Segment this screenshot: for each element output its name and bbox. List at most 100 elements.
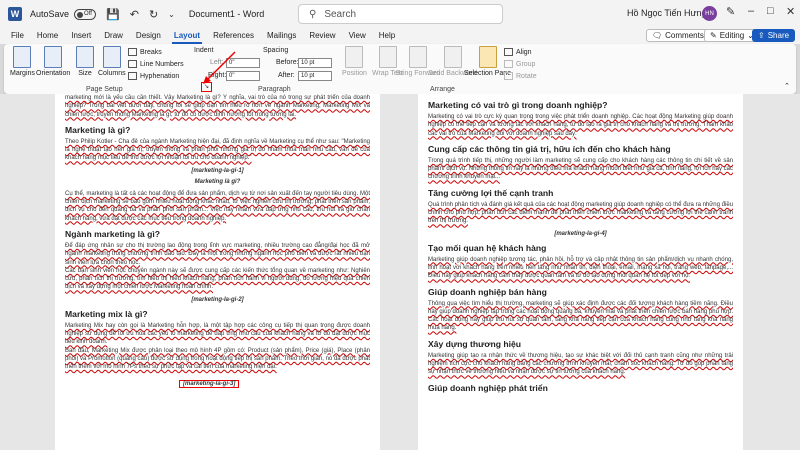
line-numbers-icon — [128, 60, 137, 68]
paragraph-group-label: Paragraph — [258, 86, 291, 93]
close-icon[interactable]: ✕ — [786, 5, 795, 18]
tab-insert[interactable]: Insert — [69, 28, 93, 44]
hyphenation-icon — [128, 72, 137, 80]
user-avatar[interactable]: HN — [702, 6, 717, 21]
spacing-after-value: 10 pt — [298, 71, 332, 81]
rotate-label: Rotate — [516, 72, 537, 80]
section-heading: Giúp doanh nghiệp phát triển — [428, 382, 548, 393]
columns-label: Columns — [98, 70, 126, 77]
section-heading: Xây dựng thương hiệu — [428, 338, 522, 349]
search-box[interactable]: ⚲ Search — [298, 4, 503, 24]
tab-help[interactable]: Help — [377, 28, 397, 44]
annotation-arrow — [203, 51, 236, 84]
comments-button[interactable]: 🗨 Comments — [646, 29, 710, 42]
share-label: Share — [767, 31, 790, 40]
document-canvas[interactable]: marketing mới là yếu cầu cần thiết. Vậy … — [0, 94, 800, 450]
save-icon[interactable]: 💾 — [106, 8, 120, 21]
position-button[interactable]: Position — [342, 46, 367, 77]
share-icon: ⇪ — [758, 31, 765, 40]
position-label: Position — [342, 70, 367, 77]
orientation-button[interactable]: Orientation — [36, 46, 70, 77]
body-paragraph: Để đáp ứng nhân sự cho thị trường lao độ… — [65, 242, 370, 266]
tab-file[interactable]: File — [9, 28, 26, 44]
collapse-ribbon-icon[interactable]: ⌃ — [784, 82, 790, 90]
image-caption: Marketing là gì? — [194, 178, 241, 185]
section-heading: Marketing mix là gì? — [65, 308, 148, 319]
tab-draw[interactable]: Draw — [102, 28, 125, 44]
search-icon: ⚲ — [309, 8, 317, 20]
word-window: W AutoSave Off 💾 ↶ ↻ ⌄ Document1 - Word … — [0, 0, 800, 450]
section-heading: Ngành marketing là gì? — [65, 228, 161, 239]
breaks-button[interactable]: Breaks — [128, 48, 162, 56]
align-button[interactable]: Align — [504, 48, 532, 56]
section-heading: Tăng cường lợi thế cạnh tranh — [428, 187, 554, 198]
line-numbers-label: Line Numbers — [140, 60, 184, 68]
section-heading: Cung cấp các thông tin giá trị, hữu ích … — [428, 143, 671, 154]
image-caption-highlighted: [marketing-la-gi-3] — [179, 379, 240, 388]
minimize-icon[interactable]: – — [748, 5, 754, 17]
page-setup-group-label: Page Setup — [86, 86, 123, 93]
margins-icon — [13, 46, 32, 68]
size-button[interactable]: Size — [76, 46, 94, 77]
quick-access-dropdown-icon[interactable]: ⌄ — [168, 10, 175, 19]
orientation-label: Orientation — [36, 70, 71, 77]
breaks-label: Breaks — [140, 48, 162, 56]
tab-view[interactable]: View — [347, 28, 368, 44]
tab-home[interactable]: Home — [35, 28, 60, 44]
ribbon-display-icon[interactable]: ✎ — [726, 5, 735, 18]
spacing-after-field[interactable]: 10 pt — [298, 71, 332, 81]
tab-review[interactable]: Review — [307, 28, 337, 44]
margins-button[interactable]: Margins — [10, 46, 35, 77]
section-heading: Tạo mối quan hệ khách hàng — [428, 242, 547, 253]
send-backward-icon — [443, 46, 462, 68]
ribbon: Margins Orientation Size Columns Breaks … — [4, 44, 796, 94]
body-paragraph: Quá trình phân tích và đánh giá kết quả … — [428, 201, 733, 225]
editing-label: Editing — [719, 31, 745, 40]
autosave-state: Off — [84, 11, 92, 17]
body-paragraph: Trong quá trình tiếp thị, những người là… — [428, 157, 733, 181]
menu-bar: File Home Insert Draw Design Layout Refe… — [0, 28, 800, 44]
user-name[interactable]: Hồ Ngọc Tiến Hưng — [627, 8, 707, 18]
tab-design[interactable]: Design — [134, 28, 163, 44]
redo-icon[interactable]: ↻ — [149, 8, 158, 21]
title-bar: W AutoSave Off 💾 ↶ ↻ ⌄ Document1 - Word … — [0, 0, 800, 28]
line-numbers-button[interactable]: Line Numbers — [128, 60, 184, 68]
body-paragraph: Ban đầu, Marketing Mix được phân loại th… — [65, 347, 370, 371]
group-label: Group — [516, 60, 536, 68]
maximize-icon[interactable]: □ — [767, 5, 774, 17]
image-caption: [marketing-la-gi-4] — [554, 230, 607, 237]
document-page-left[interactable]: marketing mới là yếu cầu cần thiết. Vậy … — [55, 94, 380, 450]
group-button[interactable]: Group — [504, 60, 535, 68]
tab-references[interactable]: References — [211, 28, 256, 44]
size-icon — [76, 46, 94, 68]
spacing-before-value: 10 pt — [298, 58, 332, 68]
hyphenation-button[interactable]: Hyphenation — [128, 72, 179, 80]
body-paragraph: Theo Philip Kotler - Cha đẻ của ngành Ma… — [65, 138, 370, 162]
tab-mailings[interactable]: Mailings — [265, 28, 298, 44]
rotate-button[interactable]: Rotate — [504, 72, 537, 80]
body-paragraph: Thông qua việc tìm hiểu thị trường, mark… — [428, 300, 733, 332]
share-button[interactable]: ⇪ Share — [752, 29, 796, 42]
wrap-text-icon — [378, 46, 397, 68]
autosave-toggle[interactable]: Off — [74, 8, 97, 20]
columns-button[interactable]: Columns — [98, 46, 126, 77]
search-placeholder: Search — [324, 8, 357, 20]
selection-pane-icon — [478, 46, 497, 68]
body-paragraph: Cụ thể, marketing là tất cả các hoạt độn… — [65, 190, 370, 222]
spacing-heading: Spacing — [263, 47, 289, 54]
bring-forward-icon — [408, 46, 427, 68]
word-app-icon: W — [8, 7, 22, 21]
tab-layout[interactable]: Layout — [171, 28, 203, 44]
body-paragraph: marketing mới là yếu cầu cần thiết. Vậy … — [65, 95, 370, 118]
spacing-before-label: Before: — [276, 59, 299, 66]
undo-icon[interactable]: ↶ — [130, 8, 139, 21]
comments-label: Comments — [665, 31, 704, 40]
hyphenation-label: Hyphenation — [140, 72, 180, 80]
image-caption: [marketing-la-gi-1] — [191, 167, 244, 174]
orientation-icon — [44, 46, 63, 68]
breaks-icon — [128, 48, 137, 56]
document-page-right[interactable]: Marketing có vai trò gì trong doanh nghi… — [418, 94, 743, 450]
body-paragraph: Các bạn sinh viên học chuyên ngành này s… — [65, 267, 370, 291]
spacing-after-label: After: — [278, 72, 295, 79]
spacing-before-field[interactable]: 10 pt — [298, 58, 332, 68]
